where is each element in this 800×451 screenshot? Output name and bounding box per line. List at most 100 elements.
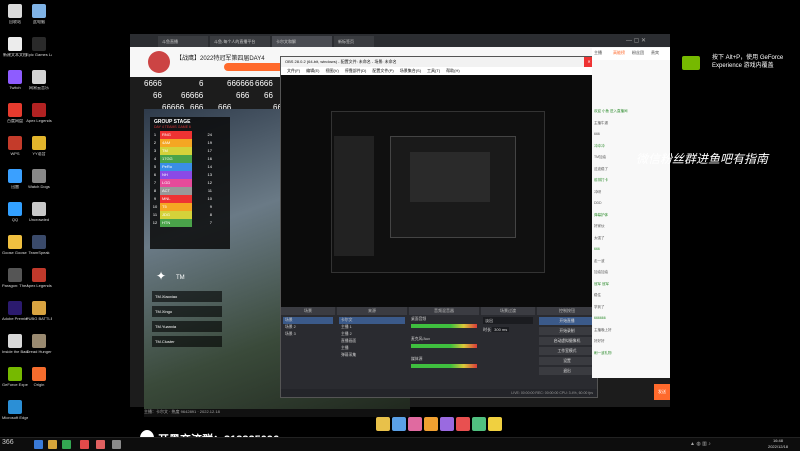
taskbar-app-icon[interactable] [62, 440, 71, 449]
desktop-icon[interactable]: 新建文本文档 [2, 37, 28, 67]
gift-icon[interactable] [392, 417, 406, 431]
taskbar-app-icon[interactable] [34, 440, 43, 449]
desktop-icon[interactable]: YY语音 [26, 136, 52, 166]
desktop-icon[interactable]: Apex Legends [26, 103, 52, 133]
tab-active[interactable]: 卡尔文和解 [272, 36, 332, 47]
obs-preview[interactable] [281, 75, 597, 307]
tray-icons[interactable]: ▲ ◍ ▥ ♪ [690, 441, 730, 448]
desktop-icon[interactable]: Dread Hunger [26, 334, 52, 364]
follow-button[interactable] [224, 63, 284, 71]
chat-message: 666666 [594, 316, 606, 320]
transition-type[interactable]: 淡出 [483, 317, 533, 324]
obs-menu-item[interactable]: 帮助(H) [446, 68, 460, 73]
obs-control-button[interactable]: 退出 [539, 367, 595, 375]
scene-item[interactable]: 场景 [283, 317, 333, 324]
desktop-icon[interactable]: Apex Legends [26, 268, 52, 298]
desktop-icon[interactable]: Paragon: The Over... [2, 268, 28, 298]
gift-icon[interactable] [440, 417, 454, 431]
desktop-icon-label: 回收站 [9, 20, 21, 24]
streamer-avatar[interactable] [148, 51, 170, 73]
desktop-icon[interactable]: 回收站 [2, 4, 28, 34]
desktop-icon[interactable]: 迅雷 [2, 169, 28, 199]
desktop-icon[interactable]: Origin [26, 367, 52, 397]
gift-icon[interactable] [456, 417, 470, 431]
chat-send-button[interactable]: 发送 [654, 384, 670, 400]
obs-control-button[interactable]: 开始直播 [539, 317, 595, 325]
chat-tab[interactable]: 粉丝团 [632, 50, 644, 56]
desktop-icon[interactable]: GeForce Experience [2, 367, 28, 397]
desktop-icon[interactable]: Uncrowded [26, 202, 52, 232]
obs-menu-item[interactable]: 工具(T) [427, 68, 440, 73]
desktop-icon[interactable]: 此电脑 [26, 4, 52, 34]
clock-date: 2022/12/18 [767, 444, 789, 449]
chat-tab[interactable]: 贵宾 [651, 50, 659, 56]
obs-menu-item[interactable]: 场景集合(S) [400, 68, 421, 73]
obs-menubar: 文件(F) 编辑(E) 视图(V) 停靠部件(D) 配置文件(P) 场景集合(S) 工具(T… [281, 67, 597, 75]
obs-titlebar: OBS 28.0.2 (64-bit, windows) - 配置文件: 未命名… [281, 57, 597, 67]
obs-statusbar: LIVE: 00:00:00 REC: 00:00:00 CPU: 3.4%, … [281, 389, 597, 397]
player-list: TM.Xiaoxiao TM.Xingo TM.Yuanxia TM.Cluster [152, 291, 222, 351]
obs-control-button[interactable]: 设置 [539, 357, 595, 365]
desktop-icon[interactable]: Watch Dogs [26, 169, 52, 199]
desktop-icon[interactable]: QQ [2, 202, 28, 232]
tab-douyu[interactable]: 斗鱼直播 [158, 36, 208, 47]
gift-icon[interactable] [408, 417, 422, 431]
obs-control-button[interactable]: 开始录制 [539, 327, 595, 335]
obs-control-button[interactable]: 启动虚拟摄像机 [539, 337, 595, 345]
desktop-icon[interactable]: Microsoft Edge [2, 400, 28, 430]
tab-home[interactable]: 斗鱼-每个人的直播平台 [210, 36, 270, 47]
dock-scenes-header: 场景 [281, 307, 335, 315]
desktop-icon[interactable]: Inside the Backrooms [2, 334, 28, 364]
source-item[interactable]: 弹幕采集 [339, 352, 405, 359]
volume-meter[interactable] [411, 344, 477, 348]
desktop-icon[interactable]: Goose Goose Duck [2, 235, 28, 265]
stream-meta: 主播：卡尔文 · 热度 9642891 · 2022.12.18 [144, 409, 410, 417]
app-icon [8, 103, 22, 117]
desktop-icon[interactable]: TeamSpeak [26, 235, 52, 265]
desktop-icon[interactable]: WPS [2, 136, 28, 166]
obs-menu-item[interactable]: 配置文件(P) [372, 68, 393, 73]
desktop-icon[interactable]: Adobe Premiere [2, 301, 28, 331]
source-item[interactable]: 卡尔文 [339, 317, 405, 324]
chat-tab[interactable]: 高能榜 [613, 50, 625, 56]
gift-icon[interactable] [472, 417, 486, 431]
desktop-icon[interactable]: Twitch [2, 70, 28, 100]
scene-item[interactable]: 场景 2 [283, 324, 333, 331]
points: 17 [207, 148, 212, 153]
clock[interactable]: 16:48 2022/12/18 [760, 438, 796, 450]
desktop-icon[interactable]: Epic Games Launcher [26, 37, 52, 67]
volume-meter[interactable] [411, 364, 477, 368]
gift-icon[interactable] [488, 417, 502, 431]
desktop-icon[interactable]: PUBG BATTLEGR... [26, 301, 52, 331]
obs-menu-item[interactable]: 停靠部件(D) [345, 68, 367, 73]
obs-menu-item[interactable]: 文件(F) [287, 68, 300, 73]
start-icon[interactable]: 366 [2, 439, 24, 449]
player-row: TM.Xiaoxiao [152, 291, 222, 302]
obs-menu-item[interactable]: 编辑(E) [306, 68, 319, 73]
window-controls[interactable]: — ▢ ✕ [626, 37, 666, 45]
taskbar-app-icon[interactable] [80, 440, 89, 449]
gift-icon[interactable] [376, 417, 390, 431]
obs-control-button[interactable]: 工作室模式 [539, 347, 595, 355]
desktop-icon[interactable]: 网易云音乐 [26, 70, 52, 100]
app-icon [32, 103, 46, 117]
obs-window: OBS 28.0.2 (64-bit, windows) - 配置文件: 未命名… [280, 56, 598, 398]
obs-menu-item[interactable]: 视图(V) [325, 68, 338, 73]
source-item[interactable]: 直播画面 [339, 338, 405, 345]
taskbar-app-icon[interactable] [48, 440, 57, 449]
scoreboard-row: 1 RNG 24 [150, 131, 230, 139]
taskbar-app-icon[interactable] [96, 440, 105, 449]
scene-item[interactable]: 场景 3 [283, 331, 333, 338]
transition-duration-field[interactable]: 300 ms [492, 327, 510, 332]
tab-new[interactable]: 新标签页 [334, 36, 374, 47]
chat-tab[interactable]: 主播 [594, 50, 602, 56]
volume-meter[interactable] [411, 324, 477, 328]
transition-duration-label: 时长 [483, 327, 491, 332]
source-item[interactable]: 主播 1 [339, 324, 405, 331]
source-item[interactable]: 主播 2 [339, 331, 405, 338]
gift-icon[interactable] [424, 417, 438, 431]
desktop-icon[interactable]: 百度网盘 [2, 103, 28, 133]
taskbar-app-icon[interactable] [112, 440, 121, 449]
scoreboard-row: 2 4AM 19 [150, 139, 230, 147]
source-item[interactable]: 主播 [339, 345, 405, 352]
